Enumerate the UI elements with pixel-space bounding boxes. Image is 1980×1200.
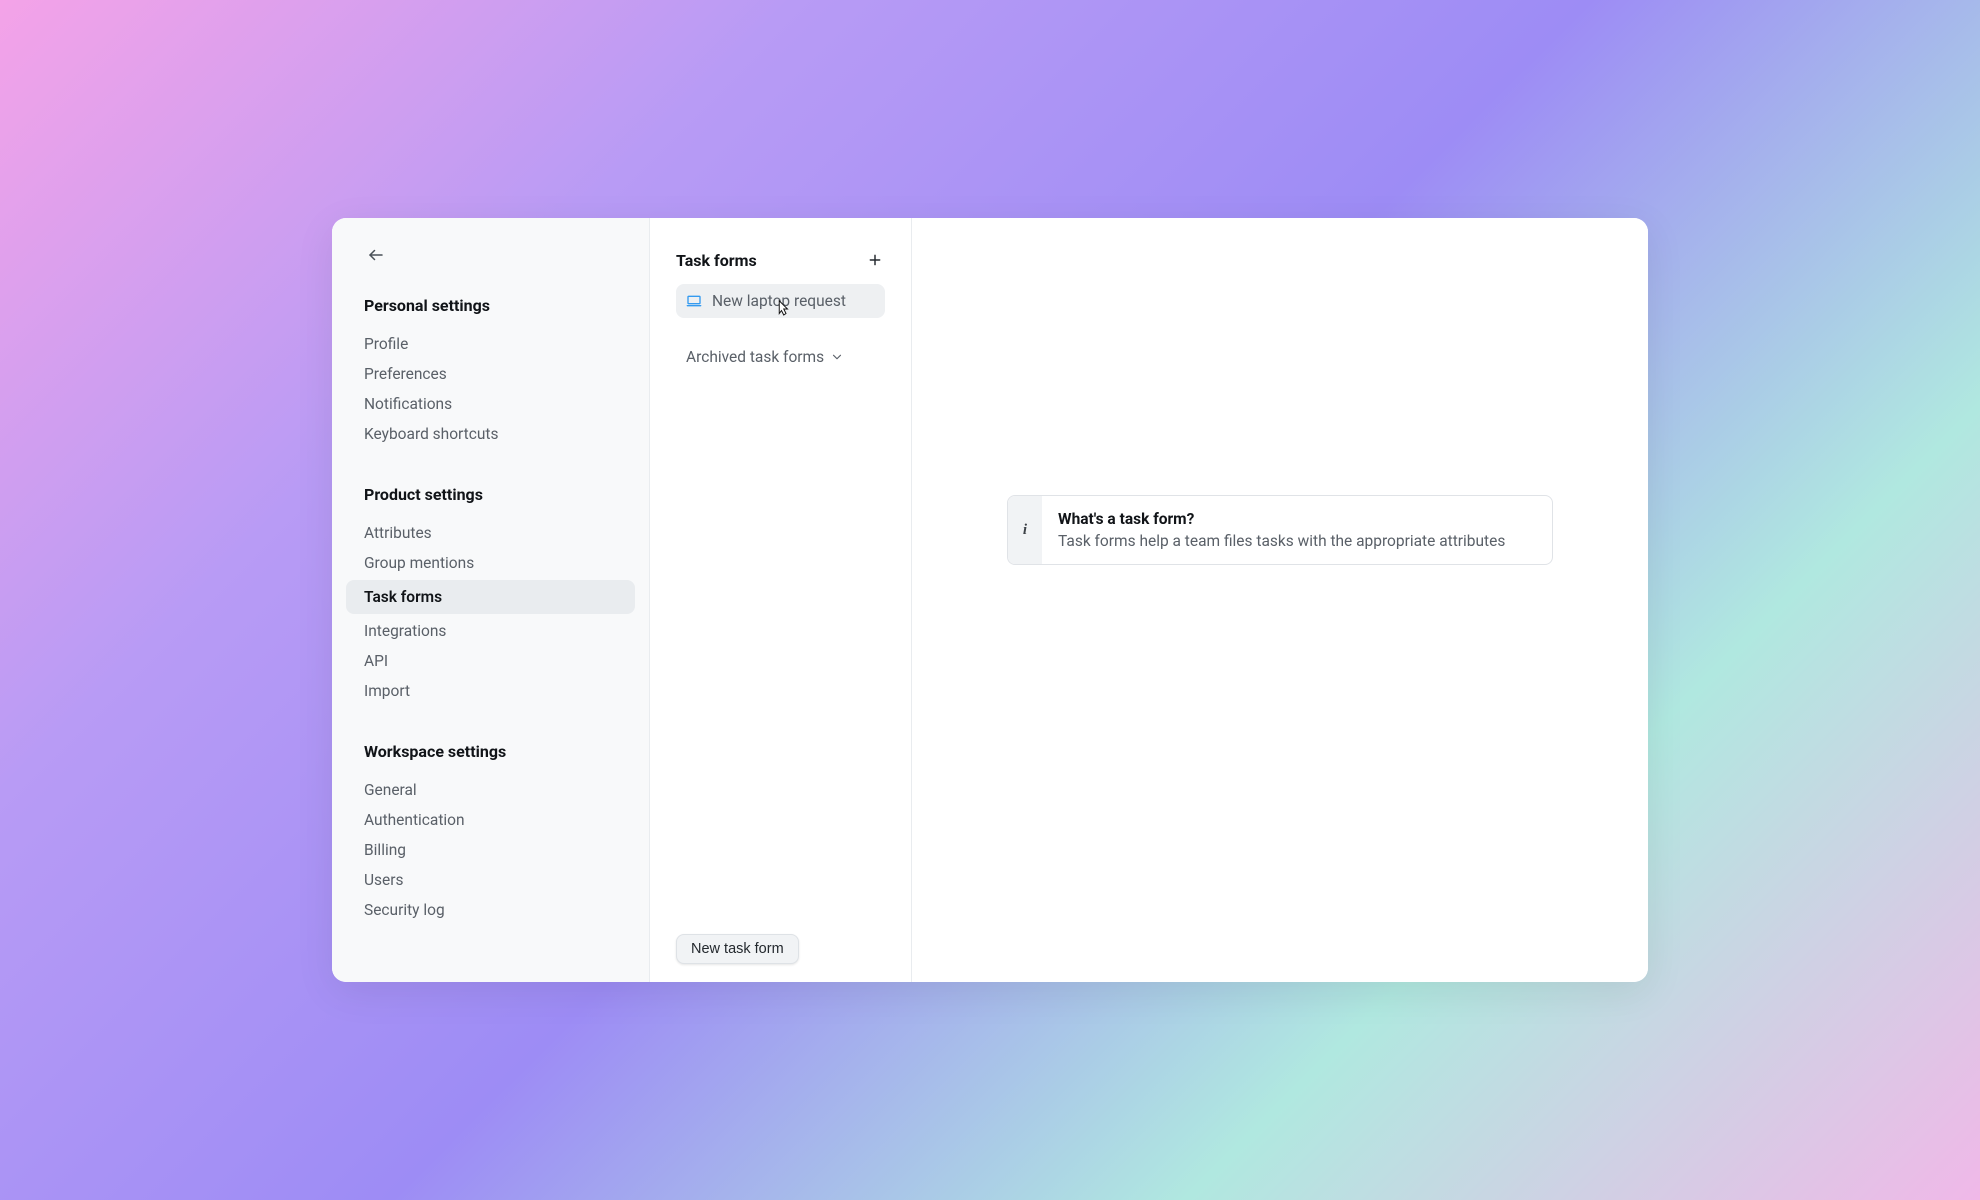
- laptop-icon: [686, 293, 702, 309]
- info-body: Task forms help a team files tasks with …: [1058, 530, 1505, 552]
- nav-item-billing[interactable]: Billing: [364, 835, 617, 865]
- nav-item-group-mentions[interactable]: Group mentions: [364, 548, 617, 578]
- nav-item-notifications[interactable]: Notifications: [364, 389, 617, 419]
- info-card: i What's a task form? Task forms help a …: [1007, 495, 1553, 566]
- nav-heading-product: Product settings: [364, 485, 617, 504]
- nav-section-workspace: Workspace settings General Authenticatio…: [340, 742, 641, 925]
- back-button[interactable]: [360, 246, 392, 264]
- nav-item-import[interactable]: Import: [364, 676, 617, 706]
- nav-heading-workspace: Workspace settings: [364, 742, 617, 761]
- info-text: What's a task form? Task forms help a te…: [1042, 496, 1521, 565]
- task-forms-header: Task forms: [658, 250, 903, 270]
- nav-item-integrations[interactable]: Integrations: [364, 616, 617, 646]
- nav-content: Personal settings Profile Preferences No…: [340, 296, 641, 961]
- info-title: What's a task form?: [1058, 508, 1505, 530]
- nav-item-general[interactable]: General: [364, 775, 617, 805]
- add-task-form-button[interactable]: [865, 250, 885, 270]
- archived-label: Archived task forms: [686, 348, 824, 366]
- new-task-form-button[interactable]: New task form: [676, 934, 799, 964]
- task-forms-title: Task forms: [676, 251, 757, 270]
- task-form-item-label: New laptop request: [712, 292, 846, 310]
- archived-task-forms-toggle[interactable]: Archived task forms: [676, 342, 885, 372]
- nav-item-api[interactable]: API: [364, 646, 617, 676]
- settings-sidebar: Personal settings Profile Preferences No…: [332, 218, 650, 982]
- settings-window: Personal settings Profile Preferences No…: [332, 218, 1648, 982]
- arrow-left-icon: [367, 246, 385, 264]
- info-icon: i: [1023, 522, 1027, 539]
- main-content: i What's a task form? Task forms help a …: [912, 218, 1648, 982]
- nav-item-task-forms[interactable]: Task forms: [346, 580, 635, 614]
- info-icon-box: i: [1008, 496, 1042, 565]
- nav-item-authentication[interactable]: Authentication: [364, 805, 617, 835]
- chevron-down-icon: [830, 350, 844, 364]
- nav-item-keyboard-shortcuts[interactable]: Keyboard shortcuts: [364, 419, 617, 449]
- nav-item-attributes[interactable]: Attributes: [364, 518, 617, 548]
- nav-item-users[interactable]: Users: [364, 865, 617, 895]
- nav-item-profile[interactable]: Profile: [364, 329, 617, 359]
- nav-section-personal: Personal settings Profile Preferences No…: [340, 296, 641, 449]
- nav-item-security-log[interactable]: Security log: [364, 895, 617, 925]
- task-form-item-new-laptop-request[interactable]: New laptop request: [676, 284, 885, 318]
- nav-heading-personal: Personal settings: [364, 296, 617, 315]
- task-forms-list-panel: Task forms New laptop request Archived t…: [650, 218, 912, 982]
- nav-section-product: Product settings Attributes Group mentio…: [340, 485, 641, 706]
- plus-icon: [868, 253, 882, 267]
- nav-item-preferences[interactable]: Preferences: [364, 359, 617, 389]
